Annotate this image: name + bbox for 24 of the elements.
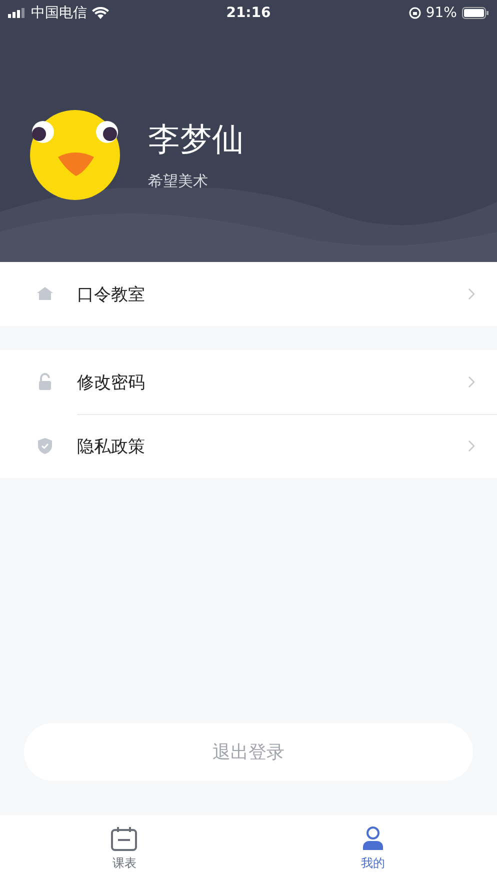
carrier-name: 中国电信: [31, 4, 87, 22]
padlock-icon: [36, 373, 54, 391]
clock-time: 21:16: [226, 5, 271, 21]
organization-name: 希望美术: [148, 172, 209, 190]
tab-item[interactable]: 我的: [248, 815, 497, 883]
tab-item[interactable]: 课表: [0, 815, 248, 883]
chevron-icon: [468, 376, 475, 388]
menu-item[interactable]: 修改密码: [0, 350, 497, 414]
menu-item[interactable]: 口令教室: [0, 262, 497, 326]
menu-item[interactable]: 隐私政策: [0, 414, 497, 478]
signal-icon: [8, 8, 26, 18]
menu-label: 隐私政策: [77, 436, 146, 458]
battery-percent: 91%: [426, 5, 457, 21]
user-name: 李梦仙: [148, 120, 244, 158]
menu-label: 修改密码: [77, 372, 146, 394]
calendar-icon: [110, 826, 138, 852]
house-icon: [36, 285, 54, 303]
shield-icon: [36, 437, 54, 455]
battery-icon: [462, 7, 489, 19]
menu-label: 口令教室: [77, 284, 146, 306]
rotation-lock-icon: [408, 7, 421, 19]
wifi-icon: [92, 7, 109, 19]
chevron-icon: [468, 440, 475, 452]
chevron-icon: [468, 288, 475, 300]
